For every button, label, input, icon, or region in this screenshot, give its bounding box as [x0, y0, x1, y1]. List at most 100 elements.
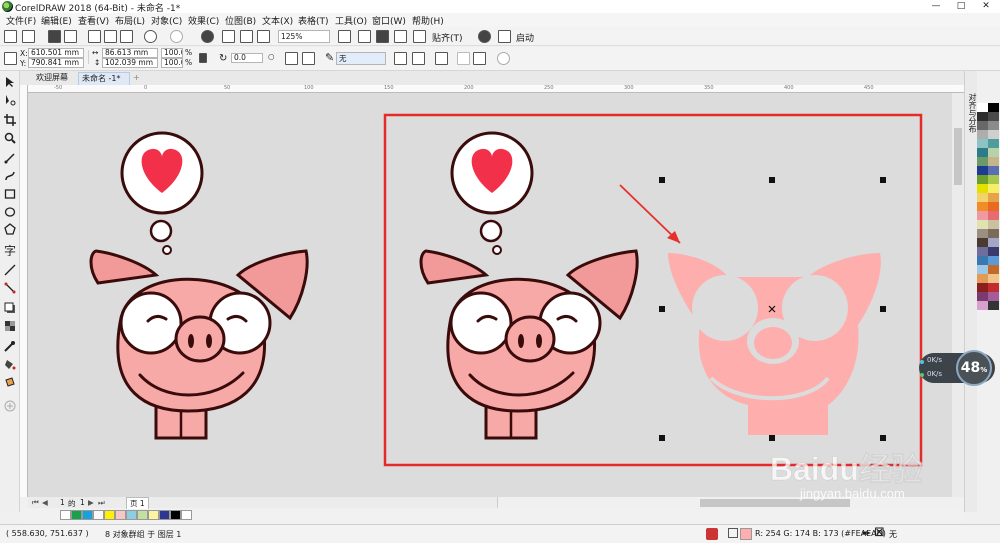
height-field[interactable]: 102.039 mm — [102, 58, 158, 68]
tab-document[interactable]: 未命名 -1* — [78, 72, 130, 85]
vertical-ruler[interactable] — [20, 85, 28, 497]
minimize-button[interactable]: — — [925, 0, 947, 13]
palette-swatch[interactable] — [988, 202, 999, 211]
outline-width-select[interactable]: 无 — [336, 52, 386, 65]
first-page-icon[interactable]: ⏮ — [32, 498, 39, 508]
palette-swatch[interactable] — [977, 148, 988, 157]
document-palette-swatch[interactable] — [60, 510, 71, 520]
shape-tool-icon[interactable] — [4, 94, 16, 106]
parallel-dimension-icon[interactable] — [4, 264, 16, 276]
add-property-icon[interactable] — [497, 52, 510, 65]
fill-color-swatch[interactable] — [740, 528, 752, 540]
open-icon[interactable] — [22, 30, 35, 43]
add-tool-icon[interactable] — [4, 400, 16, 412]
document-palette-swatch[interactable] — [181, 510, 192, 520]
document-palette-swatch[interactable] — [82, 510, 93, 520]
document-palette-swatch[interactable] — [170, 510, 181, 520]
last-page-icon[interactable]: ⏭ — [98, 498, 105, 508]
palette-swatch[interactable] — [977, 211, 988, 220]
palette-swatch[interactable] — [988, 229, 999, 238]
document-palette[interactable] — [20, 509, 964, 521]
rectangle-tool-icon[interactable] — [4, 188, 16, 200]
palette-swatch[interactable] — [977, 103, 988, 112]
rotation-field[interactable]: 0.0 — [231, 53, 263, 63]
search-content-icon[interactable] — [201, 30, 214, 43]
ungroup-icon[interactable] — [473, 52, 486, 65]
menu-text[interactable]: 文本(X) — [262, 14, 293, 27]
artistic-media-icon[interactable] — [4, 170, 16, 182]
copy-icon[interactable] — [104, 30, 117, 43]
mirror-vertical-icon[interactable] — [302, 52, 315, 65]
palette-swatch[interactable] — [988, 220, 999, 229]
palette-swatch[interactable] — [977, 166, 988, 175]
next-page-icon[interactable]: ▶ — [88, 498, 94, 507]
drawing-canvas[interactable] — [28, 93, 952, 497]
palette-swatch[interactable] — [977, 112, 988, 121]
wrap-text-icon[interactable] — [394, 52, 407, 65]
print-icon[interactable] — [64, 30, 77, 43]
mirror-horizontal-icon[interactable] — [285, 52, 298, 65]
launch-dropdown[interactable]: 启动 — [516, 31, 534, 44]
document-palette-swatch[interactable] — [93, 510, 104, 520]
palette-swatch[interactable] — [988, 121, 999, 130]
prev-page-icon[interactable]: ◀ — [42, 498, 48, 507]
palette-swatch[interactable] — [988, 211, 999, 220]
menu-effects[interactable]: 效果(C) — [188, 14, 219, 27]
show-guidelines-icon[interactable] — [394, 30, 407, 43]
menu-layout[interactable]: 布局(L) — [115, 14, 145, 27]
palette-swatch[interactable] — [988, 184, 999, 193]
connector-tool-icon[interactable] — [4, 282, 16, 294]
palette-swatch[interactable] — [988, 256, 999, 265]
palette-swatch[interactable] — [988, 130, 999, 139]
menu-bitmap[interactable]: 位图(B) — [225, 14, 256, 27]
current-page-number[interactable]: 1 — [60, 498, 65, 507]
menu-object[interactable]: 对象(C) — [151, 14, 182, 27]
new-document-icon[interactable] — [4, 30, 17, 43]
scale-x-field[interactable]: 100.0 — [161, 48, 183, 58]
document-palette-swatch[interactable] — [104, 510, 115, 520]
outline-pen-status-icon[interactable]: ✒ — [862, 527, 871, 540]
palette-swatch[interactable] — [977, 301, 988, 310]
export-icon[interactable] — [240, 30, 253, 43]
menu-help[interactable]: 帮助(H) — [412, 14, 444, 27]
menu-view[interactable]: 查看(V) — [78, 14, 109, 27]
zoom-tool-icon[interactable] — [4, 132, 16, 144]
snap-to-dropdown[interactable]: 贴齐(T) — [432, 31, 463, 44]
palette-swatch[interactable] — [988, 238, 999, 247]
palette-swatch[interactable] — [977, 265, 988, 274]
palette-swatch[interactable] — [988, 175, 999, 184]
palette-swatch[interactable] — [988, 274, 999, 283]
palette-swatch[interactable] — [977, 157, 988, 166]
menu-tools[interactable]: 工具(O) — [335, 14, 367, 27]
palette-swatch[interactable] — [977, 229, 988, 238]
tab-welcome[interactable]: 欢迎屏幕 — [22, 72, 76, 85]
docker-panel-tab[interactable]: 对齐与分布 — [964, 71, 977, 512]
show-grid-icon[interactable] — [376, 30, 389, 43]
lock-ratio-icon[interactable] — [199, 53, 207, 63]
ellipse-tool-icon[interactable] — [4, 206, 16, 218]
scale-y-field[interactable]: 100.0 — [161, 58, 183, 68]
interactive-fill-icon[interactable] — [4, 358, 16, 370]
no-outline-icon[interactable]: ⊠ — [874, 525, 885, 540]
combine-icon[interactable] — [457, 52, 470, 65]
paste-icon[interactable] — [120, 30, 133, 43]
document-palette-swatch[interactable] — [148, 510, 159, 520]
publish-pdf-icon[interactable] — [257, 30, 270, 43]
palette-swatch[interactable] — [977, 184, 988, 193]
palette-swatch[interactable] — [988, 283, 999, 292]
vertical-scroll-thumb[interactable] — [954, 128, 962, 185]
crop-tool-icon[interactable] — [4, 114, 16, 126]
object-origin-icon[interactable] — [4, 52, 17, 65]
color-palette[interactable] — [977, 95, 1000, 512]
palette-swatch[interactable] — [988, 103, 999, 112]
palette-swatch[interactable] — [988, 265, 999, 274]
palette-swatch[interactable] — [977, 193, 988, 202]
add-tab-button[interactable]: + — [131, 72, 143, 85]
palette-swatch[interactable] — [977, 283, 988, 292]
speed-percent-circle[interactable]: 48% — [956, 350, 992, 386]
cut-icon[interactable] — [88, 30, 101, 43]
palette-swatch[interactable] — [977, 247, 988, 256]
maximize-button[interactable]: □ — [950, 0, 972, 13]
pig-silhouette-selected[interactable] — [668, 253, 881, 435]
launch-app-icon[interactable] — [498, 30, 511, 43]
